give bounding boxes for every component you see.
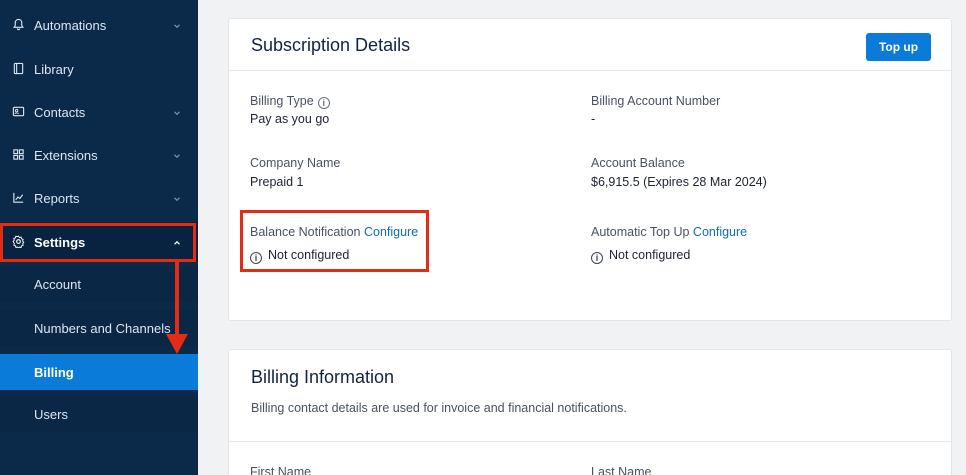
subscription-details-card: Subscription Details Top up Billing Type…	[228, 18, 952, 321]
account-balance-value: $6,915.5 (Expires 28 Mar 2024)	[591, 175, 767, 189]
chevron-down-icon	[172, 149, 182, 159]
sidebar-subitem-label: Account	[34, 276, 81, 292]
sidebar-item-automations[interactable]: Automations	[0, 5, 198, 45]
chart-icon	[11, 190, 25, 204]
info-icon: i	[250, 252, 262, 264]
contact-card-icon	[11, 104, 25, 118]
sidebar-item-extensions[interactable]: Extensions	[0, 135, 198, 175]
sidebar-item-label: Contacts	[34, 104, 86, 120]
billing-type-label: Billing Type i	[250, 94, 330, 109]
last-name-label: Last Name	[591, 465, 652, 475]
company-name-value: Prepaid 1	[250, 175, 304, 189]
grid-icon	[11, 147, 25, 161]
billing-type-value: Pay as you go	[250, 112, 330, 126]
chevron-down-icon	[172, 19, 182, 29]
chevron-up-icon	[172, 236, 182, 246]
sidebar-subitem-account[interactable]: Account	[0, 266, 198, 302]
billing-type-label-text: Billing Type	[250, 94, 314, 108]
card-title: Billing Information	[251, 367, 395, 387]
sidebar-item-contacts[interactable]: Contacts	[0, 92, 198, 132]
sidebar-item-reports[interactable]: Reports	[0, 178, 198, 218]
book-icon	[11, 61, 25, 75]
top-up-button[interactable]: Top up	[866, 33, 931, 61]
billing-account-number-value: -	[591, 112, 596, 126]
chevron-down-icon	[172, 106, 182, 116]
sidebar-subitem-users[interactable]: Users	[0, 396, 198, 432]
sidebar: Automations Library Contacts Extensions	[0, 0, 198, 475]
sidebar-item-library[interactable]: Library	[0, 49, 198, 89]
billing-information-card: Billing Information Billing contact deta…	[228, 349, 952, 475]
company-name-label: Company Name	[250, 156, 341, 170]
auto-topup-configure-link[interactable]: Configure	[693, 225, 747, 239]
first-name-label: First Name	[250, 465, 312, 475]
card-title: Subscription Details	[251, 35, 411, 55]
annotation-arrow-head	[166, 334, 188, 354]
sidebar-item-label: Reports	[34, 190, 80, 206]
sidebar-item-label: Automations	[34, 17, 107, 33]
auto-topup-status-text: Not configured	[609, 248, 691, 262]
card-subtitle: Billing contact details are used for inv…	[251, 401, 627, 415]
auto-topup-status: i Not configured	[591, 248, 690, 264]
sidebar-item-settings[interactable]: Settings	[0, 222, 198, 262]
auto-topup-label: Automatic Top Up Configure	[591, 225, 747, 239]
gear-icon	[11, 234, 25, 248]
balance-notification-label: Balance Notification Configure	[250, 225, 418, 239]
sidebar-item-label: Extensions	[34, 147, 98, 163]
balance-notification-configure-link[interactable]: Configure	[364, 225, 418, 239]
card-header: Subscription Details Top up	[229, 19, 951, 71]
account-balance-label: Account Balance	[591, 156, 685, 170]
sidebar-subitem-billing[interactable]: Billing	[0, 354, 198, 390]
annotation-arrow	[175, 261, 179, 337]
info-icon[interactable]: i	[317, 97, 330, 109]
billing-account-number-label: Billing Account Number	[591, 94, 721, 108]
info-icon: i	[591, 252, 603, 264]
sidebar-subitem-label: Users	[34, 406, 68, 422]
balance-notification-status: i Not configured	[250, 248, 349, 264]
balance-notification-label-text: Balance Notification	[250, 225, 361, 239]
sidebar-item-label: Settings	[34, 234, 86, 250]
balance-notification-status-text: Not configured	[268, 248, 350, 262]
sidebar-subitem-label: Billing	[34, 364, 74, 380]
sidebar-subitem-label: Numbers and Channels	[34, 320, 171, 336]
divider	[229, 441, 951, 442]
bell-icon	[11, 17, 25, 31]
chevron-down-icon	[172, 192, 182, 202]
sidebar-item-label: Library	[34, 61, 74, 77]
auto-topup-label-text: Automatic Top Up	[591, 225, 690, 239]
